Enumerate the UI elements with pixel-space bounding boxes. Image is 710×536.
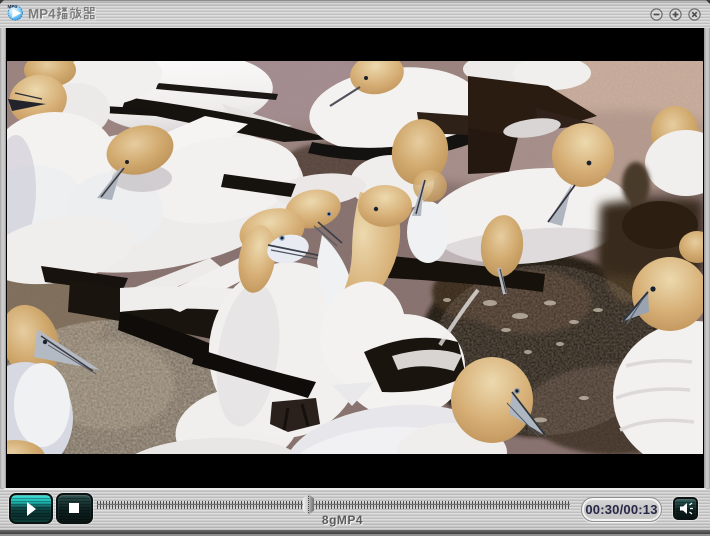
svg-text:MP4: MP4 bbox=[8, 4, 18, 9]
svg-text:MP4: MP4 bbox=[28, 6, 56, 21]
